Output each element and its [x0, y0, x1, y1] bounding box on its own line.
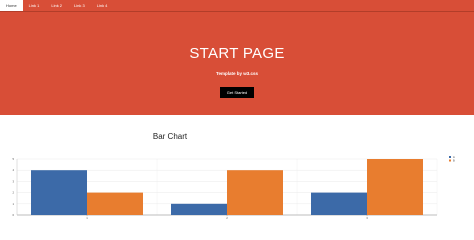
y-tick-label: 3 — [12, 179, 14, 183]
nav-link-3[interactable]: Link 3 — [68, 0, 91, 11]
bar-a-2 — [171, 203, 227, 215]
bar-b-1 — [87, 192, 143, 215]
hero-subtitle: Template by w3.css — [216, 71, 258, 76]
bar-a-3 — [311, 192, 367, 215]
legend-swatch-b — [449, 159, 451, 162]
bar-b-3 — [367, 159, 423, 215]
get-started-button[interactable]: Get Started — [220, 87, 254, 98]
nav-link-1[interactable]: Link 1 — [23, 0, 46, 11]
legend-label-b: B — [453, 158, 455, 162]
nav-link-4[interactable]: Link 4 — [91, 0, 114, 11]
x-tick-label: 3 — [366, 216, 368, 220]
chart-section: Bar Chart 012345123AB — [0, 118, 474, 233]
y-tick-label: 5 — [12, 157, 14, 161]
y-tick-label: 1 — [12, 202, 14, 206]
legend-label-a: A — [453, 155, 455, 159]
y-tick-label: 0 — [12, 213, 14, 217]
top-navigation-bar: Home Link 1 Link 2 Link 3 Link 4 — [0, 0, 474, 12]
x-tick-label: 2 — [226, 216, 228, 220]
y-tick-label: 2 — [12, 191, 14, 195]
hero-banner: START PAGE Template by w3.css Get Starte… — [0, 12, 474, 115]
nav-home[interactable]: Home — [0, 0, 23, 11]
bar-a-1 — [31, 170, 87, 215]
y-tick-label: 4 — [12, 168, 14, 172]
nav-link-2[interactable]: Link 2 — [45, 0, 68, 11]
bar-b-2 — [227, 170, 283, 215]
legend-swatch-a — [449, 156, 451, 158]
hero-title: START PAGE — [189, 45, 285, 62]
bar-chart: 0 1 2 3 4 5 1 2 3 AB — [12, 155, 455, 220]
x-tick-label: 1 — [86, 216, 88, 220]
